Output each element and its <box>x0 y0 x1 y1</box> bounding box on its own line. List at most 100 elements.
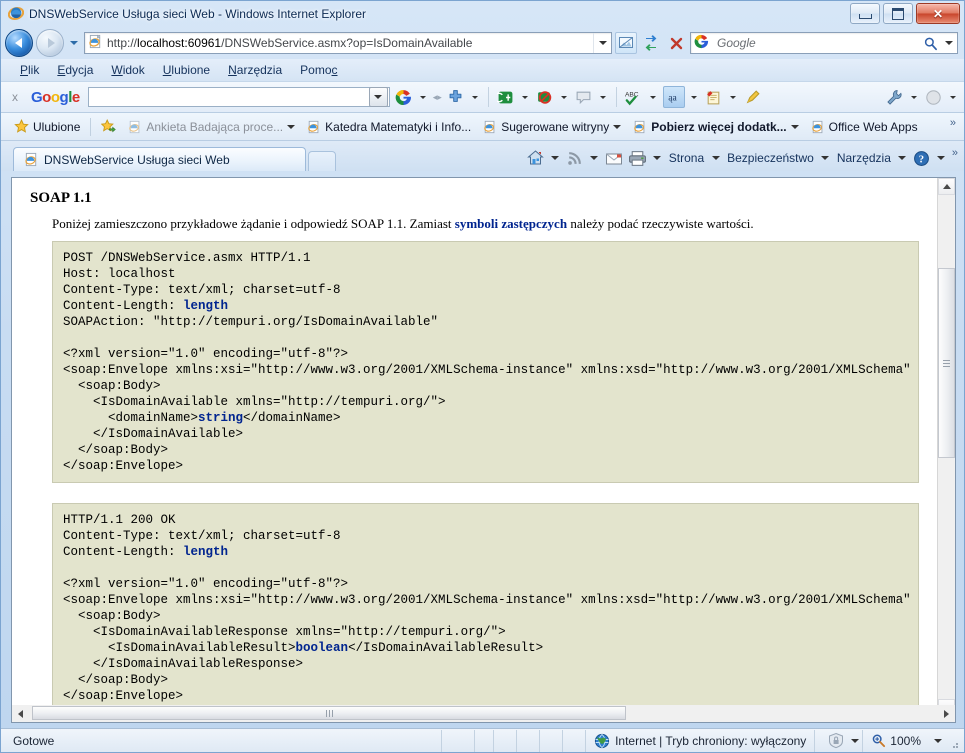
google-toolbar-close-button[interactable]: x <box>7 90 23 104</box>
security-menu-caret[interactable] <box>819 147 832 169</box>
zoom-menu-button[interactable] <box>929 730 947 752</box>
highlight-button[interactable] <box>743 87 763 107</box>
command-bar-overflow-button[interactable]: » <box>952 147 958 159</box>
favorite-item-4[interactable]: Office Web Apps <box>805 118 924 136</box>
read-mail-button[interactable] <box>603 147 625 169</box>
home-button[interactable] <box>525 147 547 169</box>
add-star-icon <box>101 119 117 133</box>
search-options-button[interactable] <box>941 32 957 54</box>
menu-item-edit[interactable]: Edycja <box>48 61 102 79</box>
forward-button[interactable] <box>36 29 64 57</box>
chevron-down-icon <box>70 41 78 45</box>
chevron-down-icon[interactable] <box>613 124 622 129</box>
menu-item-favorites[interactable]: Ulubione <box>154 61 219 79</box>
print-menu-button[interactable] <box>651 147 664 169</box>
notebook-menu-button[interactable] <box>728 86 739 108</box>
window-title: DNSWebService Usługa sieci Web - Windows… <box>29 7 367 21</box>
new-tab-button[interactable] <box>308 151 336 171</box>
chevron-down-icon[interactable] <box>790 124 799 129</box>
home-menu-button[interactable] <box>549 147 562 169</box>
protected-mode-button[interactable] <box>825 730 847 752</box>
page-menu-caret[interactable] <box>709 147 722 169</box>
feeds-menu-button[interactable] <box>588 147 601 169</box>
google-search-input[interactable] <box>87 87 390 107</box>
favorite-item-0[interactable]: Ankieta Badająca proce... <box>122 118 301 136</box>
favorites-button[interactable]: Ulubione <box>8 117 86 136</box>
google-account-menu-button[interactable] <box>947 86 958 108</box>
status-message: Gotowe <box>13 733 55 748</box>
vertical-scrollbar[interactable] <box>937 178 955 716</box>
compatibility-view-button[interactable] <box>615 32 637 54</box>
protected-mode-menu-button[interactable] <box>847 730 862 752</box>
add-to-favorites-bar-button[interactable] <box>95 117 122 136</box>
favorites-overflow-button[interactable]: » <box>950 117 956 129</box>
favorite-item-3[interactable]: Pobierz więcej dodatk... <box>627 118 804 136</box>
help-button[interactable]: ? <box>911 147 933 169</box>
zoom-level: 100% <box>890 733 921 748</box>
scroll-up-button[interactable] <box>938 178 955 195</box>
chevron-down-icon <box>472 95 479 99</box>
favorite-item-1[interactable]: Katedra Matematyki i Info... <box>301 118 477 136</box>
search-submit-button[interactable] <box>919 32 941 54</box>
address-dropdown-button[interactable] <box>593 33 611 53</box>
menu-item-help[interactable]: Pomoc <box>291 61 346 79</box>
scroll-left-button[interactable] <box>12 706 29 722</box>
status-bar: Gotowe Internet | Tryb chroniony: wyłącz… <box>1 728 964 752</box>
notes-icon <box>707 90 720 104</box>
bookmarks-menu-button[interactable] <box>470 86 481 108</box>
google-account-button[interactable] <box>923 87 943 107</box>
security-menu[interactable]: Bezpieczeństwo <box>724 151 817 165</box>
refresh-icon <box>645 35 657 51</box>
refresh-button[interactable] <box>640 32 662 54</box>
resize-grip[interactable] <box>947 734 961 748</box>
feeds-button[interactable] <box>564 147 586 169</box>
chevron-down-icon <box>653 156 662 160</box>
soap-response-block: HTTP/1.1 200 OK Content-Type: text/xml; … <box>52 502 919 713</box>
menu-item-view[interactable]: Widok <box>102 61 153 79</box>
menu-item-tools[interactable]: Narzędzia <box>219 61 291 79</box>
tools-menu[interactable]: Narzędzia <box>834 151 894 165</box>
autofill-button[interactable]: ąa <box>662 86 685 108</box>
notebook-button[interactable] <box>704 87 724 107</box>
minimize-button[interactable] <box>850 3 880 24</box>
page-menu[interactable]: Strona <box>666 151 707 165</box>
comment-icon <box>576 91 591 104</box>
google-search-button[interactable] <box>394 87 414 107</box>
spellcheck-button[interactable]: ABC <box>624 87 644 107</box>
back-button[interactable] <box>5 29 33 57</box>
spellcheck-menu-button[interactable] <box>648 86 659 108</box>
translate-menu-button[interactable] <box>520 86 531 108</box>
print-button[interactable] <box>627 147 649 169</box>
bookmarks-button[interactable] <box>446 87 466 107</box>
search-box[interactable]: Google <box>690 32 958 54</box>
horizontal-scroll-thumb[interactable] <box>32 706 626 720</box>
popup-blocker-menu-button[interactable] <box>559 86 570 108</box>
google-settings-menu-button[interactable] <box>908 86 919 108</box>
search-input[interactable]: Google <box>713 36 919 50</box>
vertical-scroll-thumb[interactable] <box>938 268 955 458</box>
autofill-menu-button[interactable] <box>689 86 700 108</box>
favorite-item-2[interactable]: Sugerowane witryny <box>477 118 627 136</box>
horizontal-scrollbar[interactable] <box>11 705 956 723</box>
translate-button[interactable] <box>496 87 516 107</box>
comments-button[interactable] <box>574 87 594 107</box>
comments-menu-button[interactable] <box>598 86 609 108</box>
google-settings-button[interactable] <box>884 87 904 107</box>
google-search-menu-button[interactable] <box>418 86 429 108</box>
star-icon <box>14 119 29 133</box>
popup-blocker-button[interactable] <box>535 87 555 107</box>
scroll-right-button[interactable] <box>938 706 955 722</box>
security-zone[interactable]: Internet | Tryb chroniony: wyłączony <box>586 733 814 749</box>
close-button[interactable]: ✕ <box>916 3 960 24</box>
tools-menu-caret[interactable] <box>896 147 909 169</box>
chevron-down-icon[interactable] <box>287 124 296 129</box>
stop-button[interactable] <box>665 32 687 54</box>
address-bar[interactable]: http://localhost:60961/DNSWebService.asm… <box>84 32 612 54</box>
zoom-control[interactable]: 100% <box>863 733 929 748</box>
recent-pages-button[interactable] <box>67 30 81 56</box>
google-search-history-button[interactable] <box>368 87 388 107</box>
help-menu-button[interactable] <box>935 147 948 169</box>
tab-dnswebservice[interactable]: DNSWebService Usługa sieci Web <box>13 147 306 171</box>
menu-item-file[interactable]: Plik <box>11 61 48 79</box>
maximize-button[interactable] <box>883 3 913 24</box>
